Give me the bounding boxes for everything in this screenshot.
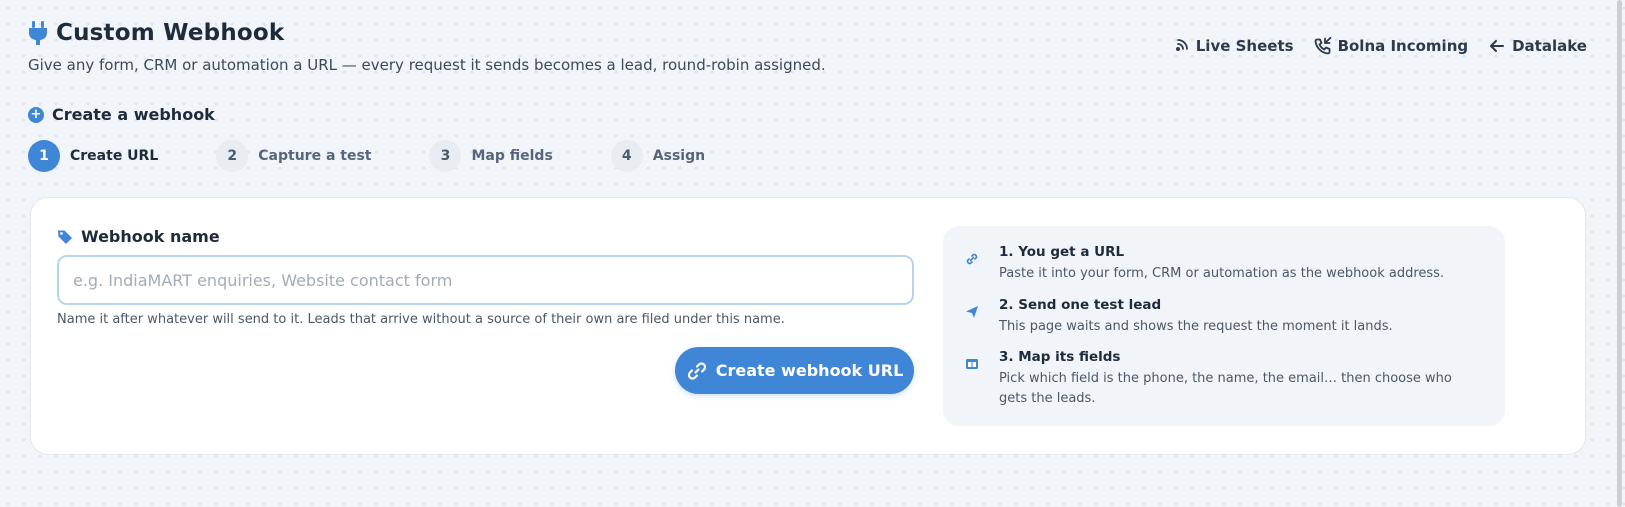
info-title: 2. Send one test lead [999,296,1162,313]
info-title: 1. You get a URL [999,244,1125,260]
step-number: 2 [216,140,249,172]
webhook-name-label-row: Webhook name [57,227,220,246]
page-header: Custom Webhook Give any form, CRM or aut… [28,20,826,74]
step-number: 1 [28,140,60,172]
step-capture-test[interactable]: 2 Capture a test [216,140,371,172]
link-icon [966,253,978,265]
page-scrollbar[interactable] [1617,0,1622,507]
plug-icon [29,21,47,45]
bolna-incoming-label: Bolna Incoming [1337,37,1469,55]
tag-icon [58,230,72,244]
step-number: 3 [429,140,462,172]
datalake-link[interactable]: Datalake [1488,37,1587,55]
step-label: Capture a test [258,148,372,164]
broadcast-icon [1175,39,1188,51]
plus-circle-icon: + [28,106,44,123]
how-it-works-panel: 1. You get a URL Paste it into your form… [943,226,1505,426]
info-item: 2. Send one test lead This page waits an… [965,297,1483,337]
step-assign[interactable]: 4 Assign [610,140,706,172]
title-row: Custom Webhook [28,20,826,46]
create-webhook-heading: + Create a webhook [28,105,215,124]
info-text: 2. Send one test lead This page waits an… [999,297,1393,337]
link-icon [687,361,706,380]
live-sheets-label: Live Sheets [1195,37,1294,55]
step-label: Create URL [70,148,159,164]
live-sheets-link[interactable]: Live Sheets [1172,37,1294,55]
step-map-fields[interactable]: 3 Map fields [429,140,553,172]
info-item: 1. You get a URL Paste it into your form… [965,244,1483,284]
info-desc: This page waits and shows the request th… [999,318,1393,334]
bolna-incoming-link[interactable]: Bolna Incoming [1314,37,1469,55]
phone-incoming-icon [1314,37,1331,55]
step-label: Assign [652,148,706,164]
webhook-name-label: Webhook name [81,227,220,246]
datalake-label: Datalake [1512,37,1587,55]
info-text: 3. Map its fields Pick which field is th… [999,349,1483,408]
info-title: 3. Map its fields [999,349,1121,365]
columns-icon [966,359,978,369]
page-title: Custom Webhook [56,20,285,46]
info-text: 1. You get a URL Paste it into your form… [999,244,1444,284]
info-desc: Paste it into your form, CRM or automati… [999,266,1445,281]
step-create-url[interactable]: 1 Create URL [28,140,158,172]
create-url-card: Webhook name Name it after whatever will… [30,197,1586,455]
send-icon [966,305,978,318]
webhook-name-hint: Name it after whatever will send to it. … [57,312,785,327]
top-links: Live Sheets Bolna Incoming Datalake [1172,37,1587,55]
info-item: 3. Map its fields Pick which field is th… [965,349,1483,408]
create-webhook-url-button[interactable]: Create webhook URL [675,347,914,394]
create-webhook-url-label: Create webhook URL [715,361,904,380]
step-number: 4 [610,140,643,172]
webhook-name-input[interactable] [57,255,914,305]
page-subtitle: Give any form, CRM or automation a URL —… [28,56,826,74]
arrow-left-icon [1490,40,1505,52]
create-webhook-label: Create a webhook [52,105,215,124]
stepper: 1 Create URL 2 Capture a test 3 Map fiel… [28,140,763,172]
info-desc: Pick which field is the phone, the name,… [999,371,1452,406]
step-label: Map fields [471,148,553,164]
